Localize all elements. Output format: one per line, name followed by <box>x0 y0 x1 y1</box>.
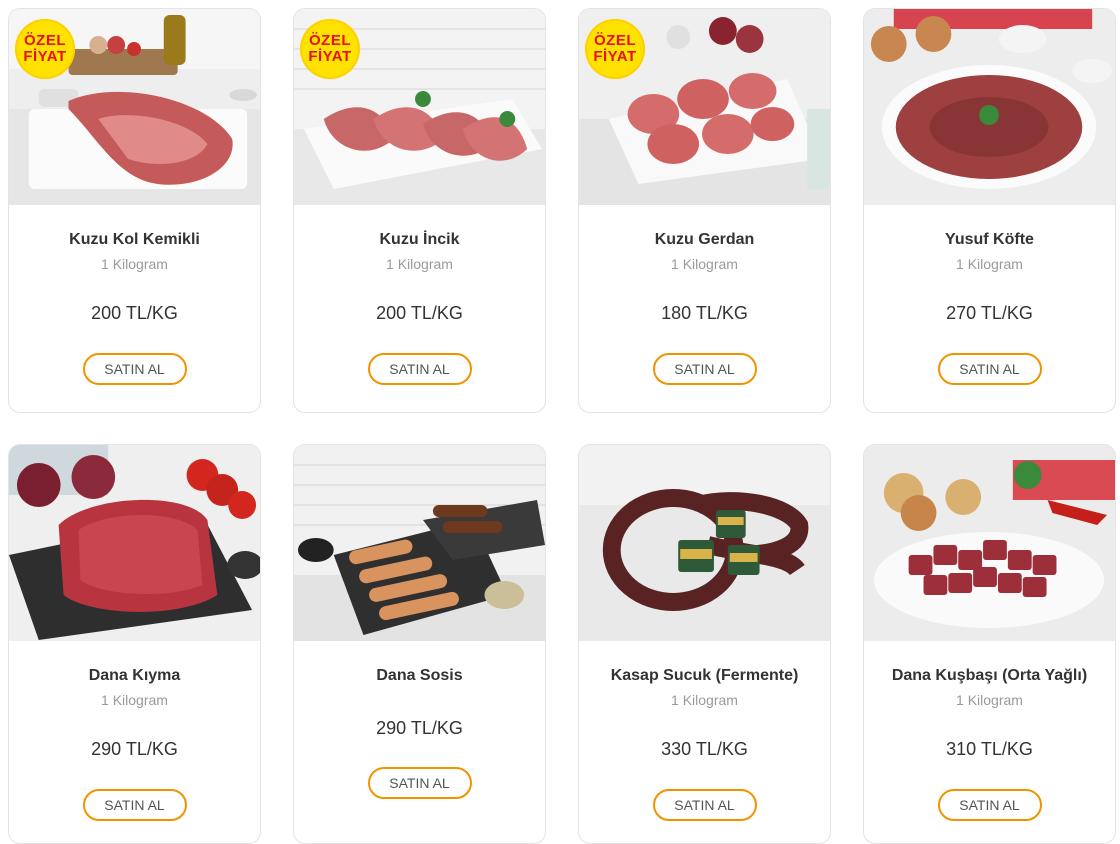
product-name: Yusuf Köfte <box>945 231 1034 248</box>
buy-button[interactable]: SATIN AL <box>367 353 472 385</box>
product-name: Kasap Sucuk (Fermente) <box>610 667 799 684</box>
product-unit: 1 Kilogram <box>671 692 738 708</box>
product-price: 310 TL/KG <box>946 739 1033 759</box>
product-card[interactable]: Kasap Sucuk (Fermente) 1 Kilogram 330 TL… <box>578 444 831 844</box>
product-unit: 1 Kilogram <box>956 692 1023 708</box>
product-name: Dana Kıyma <box>88 667 181 684</box>
product-grid: ÖZEL FİYAT Kuzu Kol Kemikli 1 Kilogram 2… <box>0 0 1120 844</box>
product-name: Kuzu Kol Kemikli <box>69 231 200 248</box>
product-unit: 1 Kilogram <box>956 256 1023 272</box>
buy-button[interactable]: SATIN AL <box>82 353 187 385</box>
product-image-ground-beef[interactable] <box>9 445 260 641</box>
product-card[interactable]: ÖZEL FİYAT Kuzu İncik 1 Kilogram 200 TL/… <box>293 8 546 413</box>
product-unit: 1 Kilogram <box>101 692 168 708</box>
product-card[interactable]: Dana Kuşbaşı (Orta Yağlı) 1 Kilogram 310… <box>863 444 1116 844</box>
product-image-meatballs[interactable] <box>864 9 1115 205</box>
product-unit: 1 Kilogram <box>671 256 738 272</box>
product-card[interactable]: Dana Sosis 290 TL/KG SATIN AL <box>293 444 546 844</box>
special-price-badge: ÖZEL FİYAT <box>15 19 75 79</box>
product-price: 330 TL/KG <box>661 739 748 759</box>
product-image-lamb-shoulder[interactable]: ÖZEL FİYAT <box>9 9 260 205</box>
buy-button[interactable]: SATIN AL <box>652 789 757 821</box>
product-image-lamb-shank[interactable]: ÖZEL FİYAT <box>294 9 545 205</box>
product-price: 270 TL/KG <box>946 303 1033 323</box>
buy-button[interactable]: SATIN AL <box>367 767 472 799</box>
product-image-sucuk[interactable] <box>579 445 830 641</box>
product-image-beef-cubes[interactable] <box>864 445 1115 641</box>
product-price: 180 TL/KG <box>661 303 748 323</box>
buy-button[interactable]: SATIN AL <box>652 353 757 385</box>
buy-button[interactable]: SATIN AL <box>937 789 1042 821</box>
product-unit: 1 Kilogram <box>101 256 168 272</box>
buy-button[interactable]: SATIN AL <box>937 353 1042 385</box>
product-card[interactable]: Yusuf Köfte 1 Kilogram 270 TL/KG SATIN A… <box>863 8 1116 413</box>
product-price: 290 TL/KG <box>91 739 178 759</box>
product-price: 200 TL/KG <box>376 303 463 323</box>
product-name: Dana Kuşbaşı (Orta Yağlı) <box>891 667 1088 684</box>
product-card[interactable]: Dana Kıyma 1 Kilogram 290 TL/KG SATIN AL <box>8 444 261 844</box>
product-card[interactable]: ÖZEL FİYAT Kuzu Kol Kemikli 1 Kilogram 2… <box>8 8 261 413</box>
product-name: Kuzu Gerdan <box>654 231 755 248</box>
product-image-beef-sausage[interactable] <box>294 445 545 641</box>
product-name: Dana Sosis <box>376 667 463 684</box>
product-unit: 1 Kilogram <box>386 256 453 272</box>
buy-button[interactable]: SATIN AL <box>82 789 187 821</box>
product-name: Kuzu İncik <box>379 231 460 248</box>
product-price: 200 TL/KG <box>91 303 178 323</box>
product-image-lamb-neck[interactable]: ÖZEL FİYAT <box>579 9 830 205</box>
product-price: 290 TL/KG <box>376 718 463 738</box>
special-price-badge: ÖZEL FİYAT <box>300 19 360 79</box>
special-price-badge: ÖZEL FİYAT <box>585 19 645 79</box>
product-card[interactable]: ÖZEL FİYAT Kuzu Gerdan 1 Kilogram 180 TL… <box>578 8 831 413</box>
